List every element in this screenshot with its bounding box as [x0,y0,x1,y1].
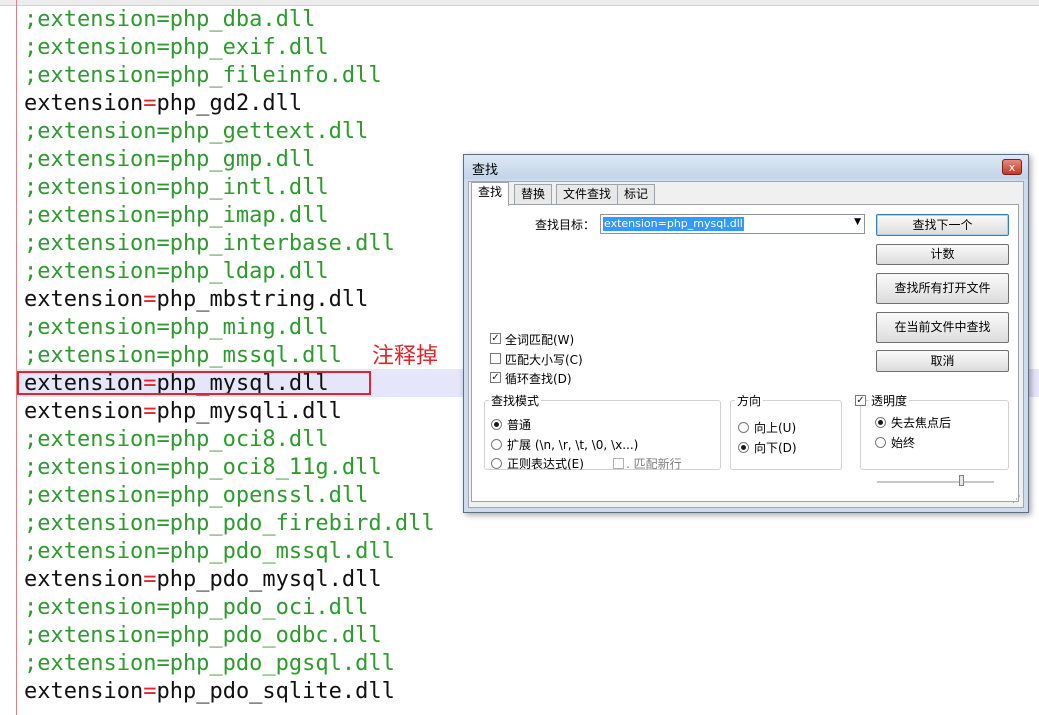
count-button[interactable]: 计数 [876,244,1009,265]
code-line: ;extension=php_gmp.dll [24,147,316,172]
tab-find-in-files[interactable]: 文件查找 [556,184,619,204]
match-case-checkbox[interactable] [490,353,501,364]
direction-up-label: 向上(U) [754,421,797,435]
code-line: ;extension=php_oci8.dll [24,427,329,452]
tab-find[interactable]: 查找 [471,182,510,206]
dot-newline-label: . 匹配新行 [626,457,682,471]
transparency-checkbox[interactable]: ✓ [855,395,866,406]
mode-regex-label: 正则表达式(E) [507,457,584,471]
code-line: ;extension=php_oci8_11g.dll [24,455,382,480]
whole-word-checkbox[interactable]: ✓ [490,333,501,344]
code-line: ;extension=php_exif.dll [24,35,329,60]
direction-title: 方向 [735,392,764,409]
search-mode-title: 查找模式 [489,392,542,409]
code-line: ;extension=php_fileinfo.dll [24,63,382,88]
chevron-down-icon[interactable]: ▼ [854,217,861,227]
tab-replace[interactable]: 替换 [514,184,553,204]
code-line: ;extension=php_intl.dll [24,175,329,200]
transparency-title: 透明度 [869,392,910,409]
mode-extended-radio[interactable] [491,439,502,450]
code-line: ;extension=php_gettext.dll [24,119,369,144]
direction-group: 方向 向上(U) 向下(D) [730,392,842,470]
code-line: ;extension=php_ming.dll [24,315,329,340]
dialog-client: 查找 替换 文件查找 标记 查找目标： extension=php_mysql.… [468,181,1024,508]
code-line: ;extension=php_mssql.dll [24,343,342,368]
annotation-box [17,371,371,395]
wrap-around-label: 循环查找(D) [505,372,572,386]
code-line: ;extension=php_pdo_firebird.dll [24,511,435,536]
transparency-lose-focus-radio[interactable] [875,417,886,428]
close-icon: x [1008,161,1016,174]
find-all-open-files-button[interactable]: 查找所有打开文件 [876,273,1009,304]
transparency-slider-thumb[interactable] [959,475,964,486]
search-mode-group: 查找模式 普通 扩展 (\n, \r, \t, \0, \x...) 正则表达式… [484,392,721,471]
code-line: extension=php_mbstring.dll [24,287,369,312]
transparency-slider-track[interactable] [877,481,994,484]
cancel-button[interactable]: 取消 [876,350,1009,372]
mode-extended-label: 扩展 (\n, \r, \t, \0, \x...) [507,438,639,452]
search-input[interactable]: extension=php_mysql.dll ▼ [600,214,865,234]
wrap-around-checkbox[interactable]: ✓ [490,372,501,383]
dialog-title-bar[interactable]: 查找 x [464,155,1028,179]
annotation-text: 注释掉 [372,344,439,369]
code-line: ;extension=php_pdo_pgsql.dll [24,651,395,676]
find-tab-panel: 查找目标： extension=php_mysql.dll ▼ 查找下一个 计数… [471,204,1019,502]
mode-regex-radio[interactable] [491,458,502,469]
mode-normal-label: 普通 [507,418,532,432]
margin-line [16,0,17,715]
resize-grip-icon[interactable]: ⋰ [1012,495,1021,505]
code-line: ;extension=php_interbase.dll [24,231,395,256]
tab-mark[interactable]: 标记 [617,184,656,204]
search-label: 查找目标： [535,218,596,232]
close-button[interactable]: x [1002,159,1022,175]
transparency-always-radio[interactable] [875,437,886,448]
code-line: ;extension=php_openssl.dll [24,483,369,508]
direction-down-radio[interactable] [738,442,749,453]
code-line: ;extension=php_imap.dll [24,203,329,228]
transparency-lose-focus-label: 失去焦点后 [891,416,952,430]
code-line: ;extension=php_ldap.dll [24,259,329,284]
mode-normal-radio[interactable] [491,419,502,430]
dot-newline-checkbox[interactable] [613,458,624,469]
code-line: ;extension=php_pdo_oci.dll [24,595,369,620]
search-value: extension=php_mysql.dll [603,217,744,231]
find-dialog: 查找 x 查找 替换 文件查找 标记 查找目标： extension=php_m… [463,154,1029,513]
find-next-button[interactable]: 查找下一个 [876,214,1009,236]
dialog-title: 查找 [472,163,499,178]
direction-down-label: 向下(D) [754,441,797,455]
code-line: ;extension=php_dba.dll [24,7,316,32]
code-line: extension=php_pdo_mysql.dll [24,567,382,592]
whole-word-label: 全词匹配(W) [505,333,575,347]
direction-up-radio[interactable] [738,422,749,433]
code-line: extension=php_pdo_sqlite.dll [24,679,395,704]
code-line: extension=php_gd2.dll [24,91,303,116]
code-line: ;extension=php_pdo_odbc.dll [24,623,382,648]
match-case-label: 匹配大小写(C) [505,353,583,367]
find-in-current-file-button[interactable]: 在当前文件中查找 [876,312,1009,343]
code-line: extension=php_mysqli.dll [24,399,342,424]
transparency-always-label: 始终 [891,436,916,450]
transparency-group: ✓ 透明度 失去焦点后 始终 [855,392,1009,470]
code-line: ;extension=php_pdo_mssql.dll [24,539,395,564]
